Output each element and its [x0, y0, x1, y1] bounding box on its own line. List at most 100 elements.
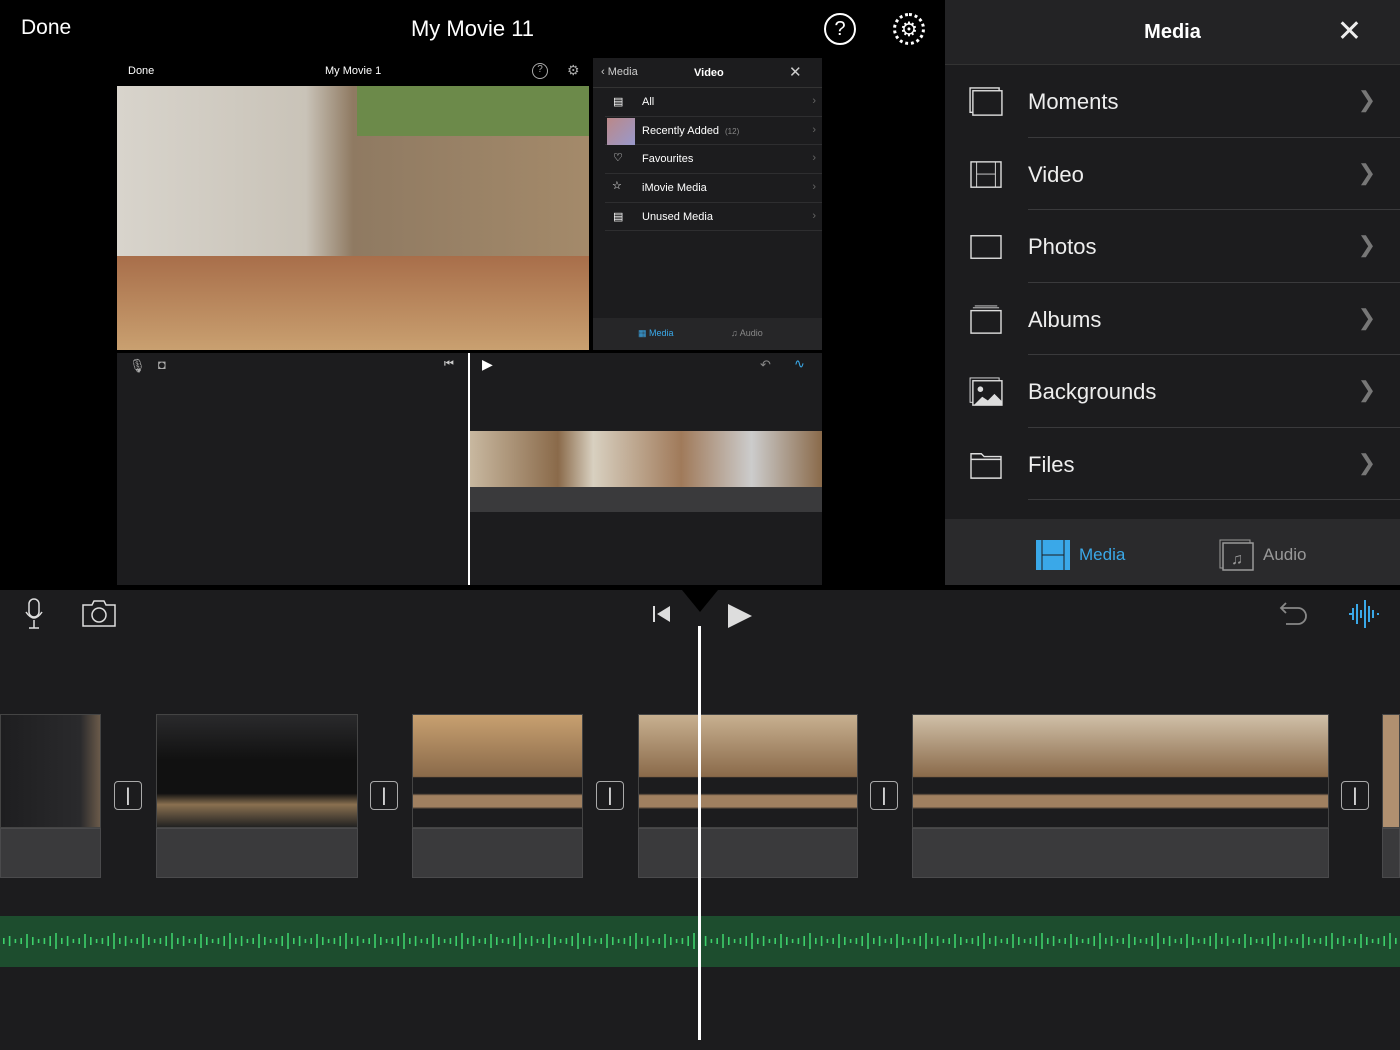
mini-help-icon: ? [532, 63, 548, 79]
waveform-bar [14, 939, 17, 943]
playhead[interactable] [698, 626, 701, 1040]
waveform-bar [838, 934, 840, 948]
gear-icon[interactable]: ⚙ [893, 13, 925, 45]
waveform-bar [675, 939, 678, 943]
help-icon[interactable]: ? [824, 13, 856, 45]
transition-button[interactable]: | [370, 781, 398, 810]
media-panel-tabs: Media ♫ Audio [945, 519, 1400, 585]
video-clip[interactable] [156, 714, 358, 878]
timeline[interactable]: | | | | | [0, 590, 1400, 1050]
media-item-moments[interactable]: Moments ❯ [945, 65, 1400, 138]
waveform-bar [1128, 934, 1130, 948]
waveform-bar [153, 939, 156, 943]
transition-button[interactable]: | [114, 781, 142, 810]
waveform-bar [1099, 933, 1101, 949]
waveform-bar [287, 933, 289, 949]
tab-media[interactable]: Media [1035, 539, 1125, 571]
waveform-bar [327, 939, 330, 943]
media-item-backgrounds[interactable]: Backgrounds ❯ [945, 355, 1400, 428]
waveform-bar [78, 938, 80, 944]
mini-undo-icon: ↶ [760, 357, 771, 372]
waveform-bar [687, 936, 689, 946]
transition-button[interactable]: | [596, 781, 624, 810]
waveform-bar [472, 936, 475, 946]
waveform-bar [252, 938, 254, 944]
waveform-bar [478, 939, 481, 943]
mini-row-all: ▤ All › [605, 88, 822, 117]
waveform-bar [420, 939, 423, 943]
waveform-bar [1395, 938, 1397, 944]
waveform-bar [72, 939, 75, 943]
waveform-bar [438, 937, 440, 945]
waveform-bar [409, 938, 411, 944]
video-clip[interactable] [0, 714, 101, 878]
music-note-icon: ♫ [1219, 539, 1254, 571]
video-clip[interactable] [638, 714, 858, 878]
waveform-bar [66, 936, 69, 946]
waveform-bar [861, 936, 863, 946]
waveform-bar [8, 936, 11, 946]
waveform-bar [530, 936, 533, 946]
waveform-bar [762, 936, 765, 946]
media-item-albums[interactable]: Albums ❯ [945, 283, 1400, 355]
waveform-bar [194, 938, 196, 944]
audio-waveform-icon[interactable] [1348, 598, 1380, 630]
waveform-bar [333, 938, 336, 944]
transition-button[interactable]: | [1341, 781, 1369, 810]
waveform-bar [617, 939, 620, 943]
video-clip[interactable] [1382, 714, 1400, 878]
waveform-bar [235, 938, 237, 944]
waveform-bar [1122, 938, 1124, 944]
waveform-bar [815, 938, 817, 944]
transition-button[interactable]: | [870, 781, 898, 810]
mini-gear-icon: ⚙ [567, 62, 580, 78]
waveform-bar [1319, 938, 1322, 944]
microphone-icon[interactable] [24, 598, 44, 630]
waveform-bar [391, 938, 394, 944]
waveform-bar [1018, 937, 1020, 945]
waveform-bar [426, 938, 428, 944]
waveform-bar [304, 939, 307, 943]
thumbnail-icon [607, 117, 635, 145]
moments-icon [969, 87, 1003, 116]
waveform-bar [298, 936, 301, 946]
waveform-bar [229, 933, 231, 949]
media-item-files[interactable]: Files ❯ [945, 428, 1400, 500]
svg-text:♫: ♫ [1231, 551, 1243, 568]
tab-audio[interactable]: ♫ Audio [1219, 539, 1306, 571]
media-item-video[interactable]: Video ❯ [945, 138, 1400, 210]
waveform-bar [745, 936, 747, 946]
close-icon[interactable]: ✕ [1337, 14, 1362, 49]
waveform-bar [693, 933, 695, 949]
waveform-bar [1116, 939, 1119, 943]
mini-playhead [468, 353, 470, 585]
waveform-bar [1192, 937, 1194, 945]
play-icon[interactable] [726, 602, 754, 630]
waveform-bar [722, 934, 724, 948]
media-item-photos[interactable]: Photos ❯ [945, 210, 1400, 283]
video-clip[interactable] [912, 714, 1329, 878]
waveform-bar [948, 938, 950, 944]
waveform-bar [797, 938, 800, 944]
waveform-bar [374, 934, 376, 948]
skip-to-start-icon[interactable] [652, 604, 672, 624]
waveform-bar [1360, 934, 1362, 948]
waveform-bar [136, 938, 138, 944]
waveform-bar [1197, 939, 1200, 943]
waveform-bar [32, 937, 34, 945]
chevron-right-icon: ❯ [1357, 232, 1376, 257]
mini-close-icon: ✕ [789, 64, 802, 81]
mini-tab-media: ▦ Media [638, 328, 674, 338]
waveform-bar [594, 939, 597, 943]
waveform-bar [873, 938, 875, 944]
waveform-bar [1284, 936, 1287, 946]
waveform-bar [443, 939, 446, 943]
undo-icon[interactable] [1278, 600, 1308, 628]
waveform-bar [548, 934, 550, 948]
video-clip[interactable] [412, 714, 583, 878]
waveform-bar [1290, 939, 1293, 943]
waveform-bar [380, 937, 382, 945]
camera-icon[interactable] [82, 599, 116, 627]
waveform-bar [20, 938, 22, 944]
waveform-bar [1110, 936, 1113, 946]
